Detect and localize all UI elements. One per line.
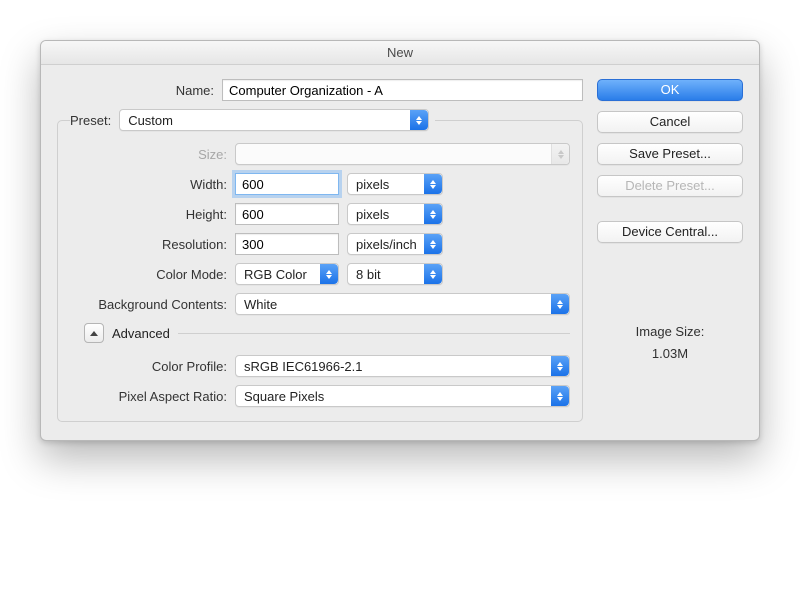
resolution-unit-value: pixels/inch	[356, 237, 417, 252]
colormode-select[interactable]: RGB Color	[235, 263, 339, 285]
background-select[interactable]: White	[235, 293, 570, 315]
pixel-aspect-label: Pixel Aspect Ratio:	[70, 389, 235, 404]
color-profile-select[interactable]: sRGB IEC61966-2.1	[235, 355, 570, 377]
new-document-dialog: New Name: Preset: Custom Size:	[40, 40, 760, 441]
size-select	[235, 143, 570, 165]
height-unit-value: pixels	[356, 207, 389, 222]
chevron-updown-icon	[424, 204, 442, 224]
dialog-title: New	[41, 41, 759, 65]
ok-button[interactable]: OK	[597, 79, 743, 101]
height-label: Height:	[70, 207, 235, 222]
name-input[interactable]	[222, 79, 583, 101]
preset-group: Preset: Custom Size: Width:	[57, 109, 583, 422]
chevron-updown-icon	[424, 234, 442, 254]
width-label: Width:	[70, 177, 235, 192]
preset-value: Custom	[128, 113, 173, 128]
chevron-updown-icon	[424, 264, 442, 284]
advanced-toggle[interactable]	[84, 323, 104, 343]
cancel-button[interactable]: Cancel	[597, 111, 743, 133]
preset-select[interactable]: Custom	[119, 109, 429, 131]
image-size-value: 1.03M	[597, 343, 743, 365]
pixel-aspect-value: Square Pixels	[244, 389, 324, 404]
height-unit-select[interactable]: pixels	[347, 203, 443, 225]
divider	[178, 333, 570, 334]
save-preset-button[interactable]: Save Preset...	[597, 143, 743, 165]
color-profile-label: Color Profile:	[70, 359, 235, 374]
bitdepth-value: 8 bit	[356, 267, 381, 282]
pixel-aspect-select[interactable]: Square Pixels	[235, 385, 570, 407]
chevron-updown-icon	[551, 386, 569, 406]
resolution-input[interactable]	[235, 233, 339, 255]
width-input[interactable]	[235, 173, 339, 195]
width-unit-select[interactable]: pixels	[347, 173, 443, 195]
color-profile-value: sRGB IEC61966-2.1	[244, 359, 363, 374]
size-label: Size:	[70, 147, 235, 162]
chevron-updown-icon	[410, 110, 428, 130]
chevron-updown-icon	[551, 294, 569, 314]
colormode-label: Color Mode:	[70, 267, 235, 282]
image-size-label: Image Size:	[597, 321, 743, 343]
background-value: White	[244, 297, 277, 312]
chevron-updown-icon	[551, 144, 569, 164]
chevron-updown-icon	[424, 174, 442, 194]
chevron-updown-icon	[551, 356, 569, 376]
chevron-updown-icon	[320, 264, 338, 284]
resolution-unit-select[interactable]: pixels/inch	[347, 233, 443, 255]
background-label: Background Contents:	[70, 297, 235, 312]
resolution-label: Resolution:	[70, 237, 235, 252]
height-input[interactable]	[235, 203, 339, 225]
name-label: Name:	[57, 83, 222, 98]
delete-preset-button: Delete Preset...	[597, 175, 743, 197]
advanced-label: Advanced	[112, 326, 170, 341]
preset-label: Preset:	[70, 113, 111, 128]
width-unit-value: pixels	[356, 177, 389, 192]
device-central-button[interactable]: Device Central...	[597, 221, 743, 243]
colormode-value: RGB Color	[244, 267, 307, 282]
bitdepth-select[interactable]: 8 bit	[347, 263, 443, 285]
